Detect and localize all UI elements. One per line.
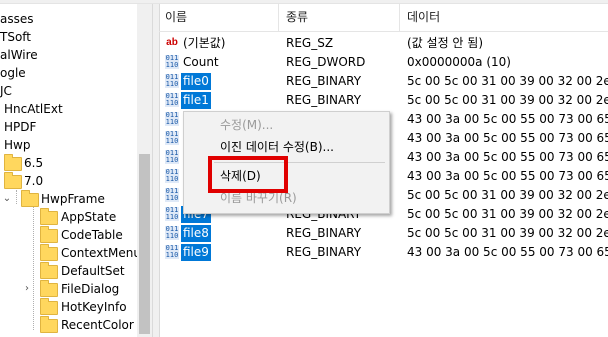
value-name: file1 — [181, 92, 211, 109]
value-type: REG_BINARY — [286, 226, 362, 240]
binary-value-icon: 011 110 — [165, 130, 179, 145]
tree-item-label: FileDialog — [61, 282, 120, 296]
binary-value-icon: 011 110 — [165, 168, 179, 183]
menu-item-modify[interactable]: 수정(M)... — [220, 115, 273, 135]
value-data: 5c 00 5c 00 31 00 39 00 32 00 2e 0 — [407, 226, 608, 240]
tree-guide-line — [16, 190, 17, 204]
binary-value-icon: 011 110 — [165, 149, 179, 164]
tree-item-label: 6.5 — [24, 156, 44, 170]
binary-value-icon: 011 110 — [165, 187, 179, 202]
value-type: REG_DWORD — [286, 55, 366, 69]
tree-item-label: DefaultSet — [61, 264, 125, 278]
tree-item-label: HncAtlExt — [4, 102, 63, 116]
tree-item-label: HPDF — [4, 120, 37, 134]
tree-item-label: Hwp — [4, 138, 31, 152]
column-divider[interactable] — [278, 4, 279, 31]
tree-item-label: HwpFrame — [41, 192, 105, 206]
tree-item-label: AppState — [61, 210, 117, 224]
binary-value-icon: 011 110 — [165, 206, 179, 221]
menu-item-modify-binary[interactable]: 이진 데이터 수정(B)... — [220, 137, 334, 157]
tree-item-label: CodeTable — [61, 228, 123, 242]
value-data: (값 설정 안 됨) — [407, 36, 484, 50]
folder-icon — [4, 154, 22, 171]
folder-icon — [40, 262, 58, 279]
binary-value-icon: 011 110 — [165, 244, 179, 259]
value-type: REG_BINARY — [286, 245, 362, 259]
value-data: 5c 00 5c 00 31 00 39 00 32 00 2e 0 — [407, 93, 608, 107]
column-header-type[interactable]: 종류 — [280, 4, 308, 31]
value-name: Count — [183, 55, 219, 69]
folder-icon — [40, 226, 58, 243]
folder-icon — [40, 316, 58, 333]
tree-item-label: alWire — [0, 48, 38, 62]
tree-item-label: ogle — [0, 66, 26, 80]
folder-icon — [40, 208, 58, 225]
column-header-name[interactable]: 이름 — [159, 4, 187, 31]
tree-item-label: 7.0 — [24, 174, 44, 188]
folder-icon — [40, 244, 58, 261]
string-value-icon: ab — [165, 36, 179, 50]
column-header-data[interactable]: 데이터 — [401, 4, 440, 31]
value-type: REG_SZ — [286, 36, 334, 50]
value-data: 43 00 3a 00 5c 00 55 00 73 00 65 0 — [407, 131, 608, 145]
list-row[interactable]: ab (기본값) REG_SZ (값 설정 안 됨) — [159, 34, 608, 53]
folder-icon — [40, 298, 58, 315]
list-row[interactable]: 011 110 file1 REG_BINARY 5c 00 5c 00 31 0… — [159, 91, 608, 110]
folder-icon — [21, 190, 39, 207]
value-name: file0 — [181, 73, 211, 90]
tree-item-label: HotKeyInfo — [61, 300, 127, 314]
folder-icon — [4, 172, 22, 189]
value-data: 5c 00 5c 00 31 00 39 00 32 00 2e 0 — [407, 188, 608, 202]
annotation-highlight-box — [208, 156, 288, 193]
binary-value-icon: 011 110 — [165, 54, 179, 69]
tree-item-label: TSoft — [0, 30, 32, 44]
value-type: REG_BINARY — [286, 74, 362, 88]
list-header: 이름 종류 데이터 — [159, 4, 608, 32]
list-row[interactable]: 011 110 file9 REG_BINARY 43 00 3a 00 5c 0… — [159, 243, 608, 262]
value-data: 5c 00 5c 00 31 00 39 00 32 00 2e 0 — [407, 74, 608, 88]
value-data: 43 00 3a 00 5c 00 55 00 73 00 65 0 — [407, 112, 608, 126]
tree-item-label: ContextMenu — [61, 246, 141, 260]
chevron-right-icon[interactable]: › — [22, 280, 32, 298]
scrollbar-thumb[interactable] — [139, 154, 150, 334]
value-data: 5c 00 5c 00 31 00 39 00 32 00 2e 0 — [407, 207, 608, 221]
tree-scrollbar[interactable] — [137, 4, 152, 337]
value-data: 43 00 3a 00 5c 00 55 00 73 00 65 0 — [407, 245, 608, 259]
value-type: REG_BINARY — [286, 93, 362, 107]
chevron-down-icon[interactable]: ⌄ — [2, 190, 12, 208]
tree-item-label: asses — [0, 12, 34, 26]
value-name: file9 — [181, 244, 211, 261]
value-data: 43 00 3a 00 5c 00 55 00 73 00 65 0 — [407, 150, 608, 164]
binary-value-icon: 011 110 — [165, 73, 179, 88]
list-row[interactable]: 011 110 file8 REG_BINARY 5c 00 5c 00 31 0… — [159, 224, 608, 243]
value-data: 0x0000000a (10) — [407, 55, 511, 69]
value-data: 43 00 3a 00 5c 00 55 00 73 00 65 0 — [407, 169, 608, 183]
value-name: file8 — [181, 225, 211, 242]
column-divider[interactable] — [399, 4, 400, 31]
list-row[interactable]: 011 110 file0 REG_BINARY 5c 00 5c 00 31 0… — [159, 72, 608, 91]
registry-tree[interactable]: asses TSoft alWire ogle JC HncAtlExt HPD… — [0, 4, 152, 337]
binary-value-icon: 011 110 — [165, 111, 179, 126]
binary-value-icon: 011 110 — [165, 92, 179, 107]
binary-value-icon: 011 110 — [165, 225, 179, 240]
value-name: (기본값) — [183, 36, 226, 50]
tree-item-label: RecentColor — [61, 318, 134, 332]
list-row[interactable]: 011 110 Count REG_DWORD 0x0000000a (10) — [159, 53, 608, 72]
tree-item-label: JC — [0, 84, 12, 98]
tree-guide-line — [33, 200, 34, 330]
folder-icon — [40, 280, 58, 297]
